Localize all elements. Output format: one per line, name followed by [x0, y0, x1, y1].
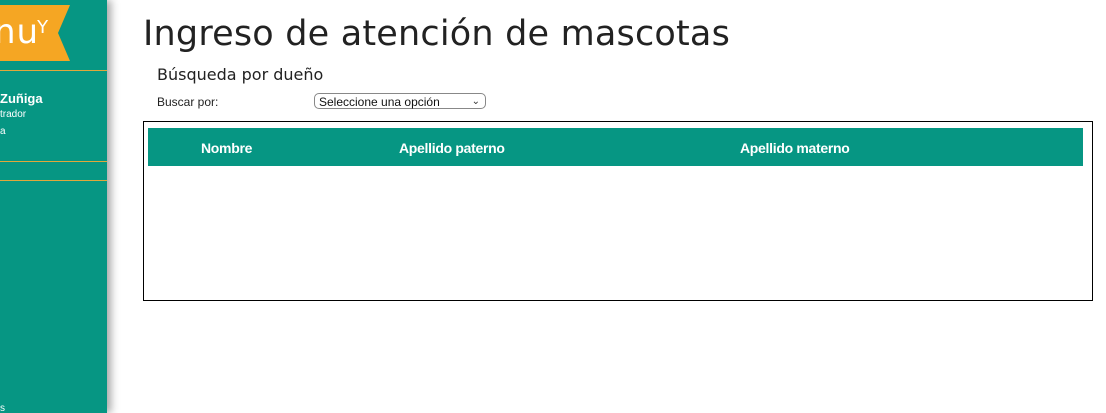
- sidebar-item[interactable]: s: [0, 403, 5, 413]
- page-title: Ingreso de atención de mascotas: [143, 14, 731, 54]
- sprout-icon: Y: [37, 17, 50, 38]
- search-by-select[interactable]: Seleccione una opción ⌄: [314, 93, 486, 109]
- section-title: Búsqueda por dueño: [157, 65, 324, 84]
- column-header-apellido-paterno[interactable]: Apellido paterno: [399, 140, 505, 156]
- logo-text: nu: [0, 12, 40, 52]
- chevron-down-icon: ⌄: [471, 96, 480, 107]
- column-header-nombre[interactable]: Nombre: [201, 140, 252, 156]
- logo[interactable]: nuY: [0, 12, 51, 52]
- table-header: Nombre Apellido paterno Apellido materno: [148, 128, 1083, 166]
- owners-table: Nombre Apellido paterno Apellido materno: [143, 121, 1093, 301]
- sidebar-divider: [0, 180, 107, 181]
- user-extra[interactable]: a: [0, 126, 6, 137]
- sidebar: nuY Zuñiga trador a s: [0, 0, 107, 413]
- user-role: trador: [0, 109, 27, 120]
- sidebar-divider: [0, 70, 107, 71]
- sidebar-divider: [0, 161, 107, 162]
- select-value: Seleccione una opción: [319, 95, 440, 109]
- user-name: Zuñiga: [0, 91, 43, 106]
- search-by-label: Buscar por:: [157, 95, 219, 109]
- column-header-apellido-materno[interactable]: Apellido materno: [740, 140, 850, 156]
